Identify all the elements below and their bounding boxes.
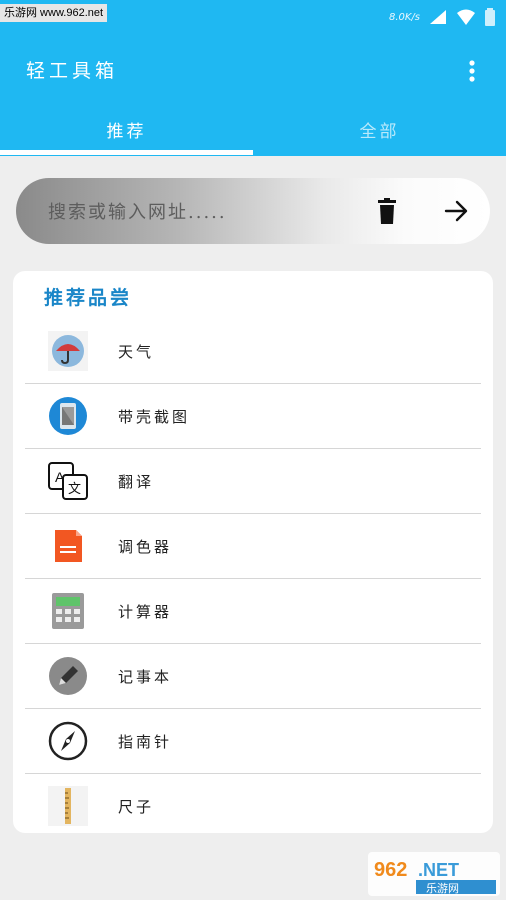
compass-icon [48, 721, 88, 761]
item-label: 记事本 [118, 667, 173, 686]
status-bar: 乐游网 www.962.net 8.0K/s [0, 0, 506, 36]
translate-icon: A 文 [48, 461, 88, 501]
svg-text:乐游网: 乐游网 [426, 882, 459, 895]
tab-all[interactable]: 全部 [253, 106, 506, 152]
item-label: 尺子 [118, 797, 155, 816]
item-label: 带壳截图 [118, 407, 191, 426]
list-item-shell-screenshot[interactable]: 带壳截图 [25, 384, 481, 449]
item-label: 计算器 [118, 602, 173, 621]
more-vert-icon [469, 60, 475, 82]
list-item-translate[interactable]: A 文 翻译 [25, 449, 481, 514]
phone-screenshot-icon [48, 396, 88, 436]
app-bar: 乐游网 www.962.net 8.0K/s 轻工具箱 推荐 全部 [0, 0, 506, 156]
go-button[interactable] [441, 196, 471, 226]
list-item-notepad[interactable]: 记事本 [25, 644, 481, 709]
card-title: 推荐品尝 [44, 287, 133, 309]
svg-text:962: 962 [374, 859, 407, 881]
tab-indicator [0, 150, 253, 155]
clear-button[interactable] [372, 196, 402, 226]
search-input[interactable] [46, 178, 350, 246]
item-label: 天气 [118, 342, 155, 361]
site-logo-watermark: 962 .NET 乐游网 [368, 852, 500, 896]
battery-icon [484, 8, 496, 26]
item-label: 翻译 [118, 472, 155, 491]
svg-text:.NET: .NET [418, 860, 459, 880]
item-label: 调色器 [118, 537, 173, 556]
trash-icon [378, 198, 396, 224]
ruler-icon [48, 786, 88, 826]
list-item-weather[interactable]: 天气 [25, 319, 481, 384]
recommended-card: 推荐品尝 天气 带壳截图 A 文 翻译 调色器 计算器 记事本 指南针 尺子 [13, 271, 493, 833]
palette-doc-icon [48, 526, 88, 566]
search-bar [16, 178, 490, 246]
weather-umbrella-icon [48, 331, 88, 371]
svg-text:文: 文 [68, 482, 81, 497]
arrow-right-icon [444, 200, 468, 222]
pencil-icon [48, 656, 88, 696]
site-watermark: 乐游网 www.962.net [0, 4, 108, 22]
calculator-icon [48, 591, 88, 631]
wifi-icon [456, 8, 476, 26]
tab-recommended[interactable]: 推荐 [0, 106, 253, 152]
tool-list: 天气 带壳截图 A 文 翻译 调色器 计算器 记事本 指南针 尺子 [25, 319, 481, 838]
page-title: 轻工具箱 [26, 60, 119, 82]
list-item-compass[interactable]: 指南针 [25, 709, 481, 774]
net-speed: 8.0K/s [388, 11, 420, 23]
list-item-color-picker[interactable]: 调色器 [25, 514, 481, 579]
item-label: 指南针 [118, 732, 173, 751]
signal-icon [428, 8, 448, 26]
list-item-calculator[interactable]: 计算器 [25, 579, 481, 644]
tab-bar: 推荐 全部 [0, 106, 506, 156]
more-options-button[interactable] [460, 58, 484, 84]
list-item-ruler[interactable]: 尺子 [25, 774, 481, 838]
status-icons: 8.0K/s [389, 8, 496, 26]
